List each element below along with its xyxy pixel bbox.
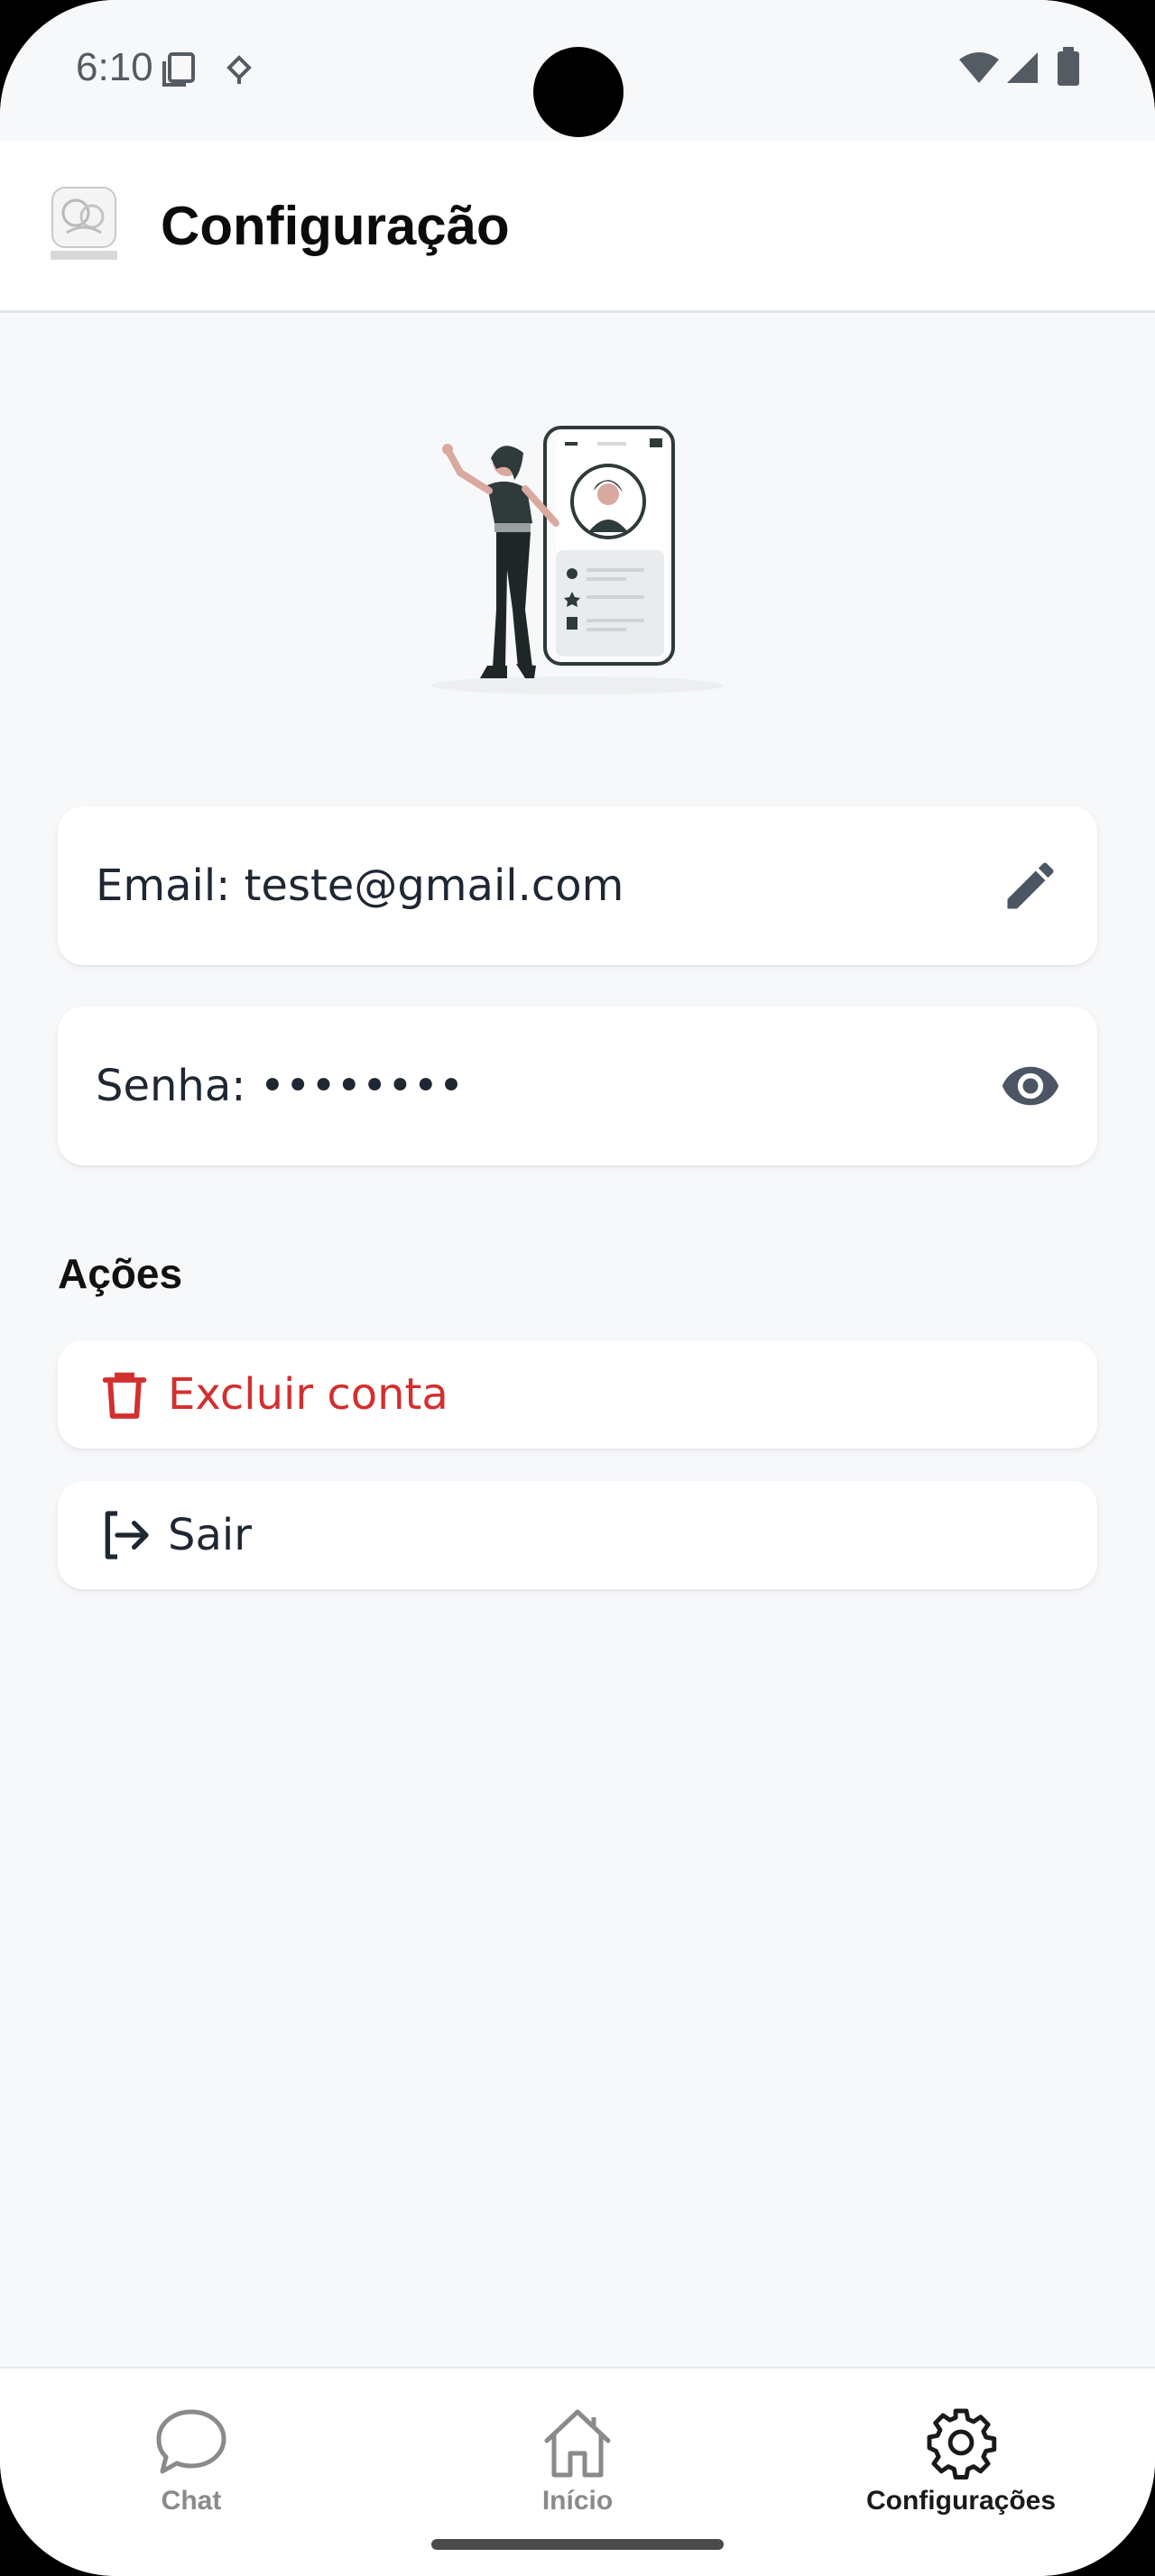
password-label: Senha: bbox=[96, 1061, 246, 1111]
nav-label-home: Início bbox=[541, 2486, 614, 2516]
logout-icon bbox=[105, 1511, 149, 1559]
delete-account-button[interactable]: Excluir conta bbox=[58, 1340, 1097, 1449]
home-icon bbox=[544, 2409, 611, 2478]
email-label: Email: bbox=[96, 860, 231, 911]
app-logo bbox=[51, 187, 117, 260]
profile-illustration bbox=[431, 426, 724, 695]
edit-pencil-icon[interactable] bbox=[1000, 855, 1061, 916]
logout-label: Sair bbox=[168, 1510, 252, 1560]
phone-screen: 6:10 Configuração Email: teste@gmail.com… bbox=[0, 0, 1155, 2576]
nav-label-chat: Chat bbox=[161, 2486, 222, 2516]
status-time: 6:10 bbox=[76, 45, 153, 89]
email-card: Email: teste@gmail.com bbox=[58, 806, 1097, 965]
email-value: teste@gmail.com bbox=[244, 860, 624, 911]
logout-button[interactable]: Sair bbox=[58, 1481, 1097, 1589]
nav-item-chat[interactable]: Chat bbox=[56, 2405, 327, 2516]
home-indicator[interactable] bbox=[431, 2539, 724, 2550]
nav-label-settings: Configurações bbox=[865, 2486, 1057, 2516]
camera-cutout bbox=[533, 47, 624, 137]
signal-icon bbox=[1007, 52, 1038, 83]
app-bar: Configuração bbox=[0, 141, 1155, 313]
page-title: Configuração bbox=[161, 196, 510, 256]
email-field: Email: teste@gmail.com bbox=[96, 806, 624, 965]
password-value: •••••••• bbox=[259, 1061, 465, 1111]
password-card: Senha: •••••••• bbox=[58, 1007, 1097, 1165]
wifi-icon bbox=[959, 52, 999, 83]
chat-bubble-icon bbox=[156, 2409, 226, 2474]
gear-icon bbox=[927, 2408, 997, 2479]
actions-section-title: Ações bbox=[58, 1250, 183, 1297]
password-field: Senha: •••••••• bbox=[96, 1007, 464, 1165]
delete-account-label: Excluir conta bbox=[168, 1369, 448, 1420]
eye-icon[interactable] bbox=[1000, 1055, 1061, 1117]
trash-icon bbox=[102, 1372, 147, 1419]
status-bar: 6:10 bbox=[0, 0, 1155, 141]
nav-item-settings[interactable]: Configurações bbox=[826, 2405, 1096, 2516]
screenshot-notification-icon bbox=[162, 52, 195, 87]
debug-notification-icon bbox=[226, 55, 252, 84]
nav-item-home[interactable]: Início bbox=[442, 2405, 713, 2516]
battery-icon bbox=[1058, 47, 1079, 86]
